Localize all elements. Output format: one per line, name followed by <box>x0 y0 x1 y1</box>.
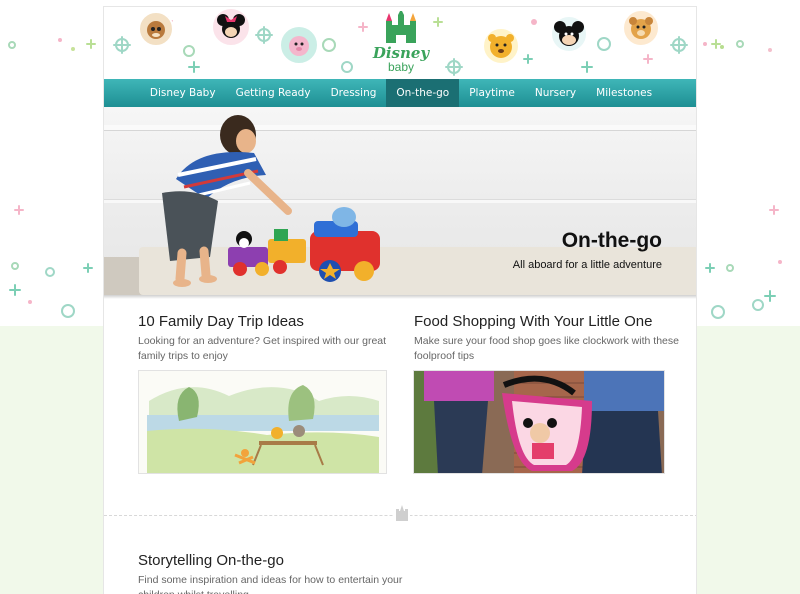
nav-getting-ready[interactable]: Getting Ready <box>226 79 321 107</box>
article-card[interactable]: Storytelling On-the-go Find some inspira… <box>138 552 418 594</box>
hero-title: On-the-go <box>561 229 662 252</box>
hero-banner: On-the-go All aboard for a little advent… <box>104 107 696 295</box>
article-description: Find some inspiration and ideas for how … <box>138 574 403 594</box>
article-card[interactable]: 10 Family Day Trip Ideas Looking for an … <box>138 313 398 364</box>
article-title[interactable]: Storytelling On-the-go <box>138 552 418 569</box>
simba-icon <box>622 9 660 47</box>
nav-on-the-go[interactable]: On-the-go <box>386 79 460 107</box>
pooh-icon <box>482 27 520 65</box>
nav-nursery[interactable]: Nursery <box>525 79 586 107</box>
article-description: Looking for an adventure? Get inspired w… <box>138 335 387 362</box>
article-title[interactable]: Food Shopping With Your Little One <box>414 313 684 330</box>
minnie-icon <box>211 7 251 47</box>
article-title[interactable]: 10 Family Day Trip Ideas <box>138 313 398 330</box>
article-image-day-trip[interactable] <box>138 370 387 474</box>
nav-disney-baby[interactable]: Disney Baby <box>140 79 226 107</box>
mickey-icon <box>550 15 588 53</box>
nav-milestones[interactable]: Milestones <box>586 79 662 107</box>
page-container: Disney baby Disney Baby Getting Ready Dr… <box>103 6 697 594</box>
article-description: Make sure your food shop goes like clock… <box>414 335 679 362</box>
site-header: Disney baby <box>104 7 696 79</box>
bambi-icon <box>138 11 174 47</box>
castle-icon <box>386 9 416 43</box>
hero-subtitle: All aboard for a little adventure <box>512 259 662 271</box>
nav-dressing[interactable]: Dressing <box>321 79 387 107</box>
piglet-icon <box>279 25 319 65</box>
brand-sub: baby <box>387 60 415 74</box>
article-image-food-shopping[interactable] <box>413 370 665 474</box>
article-card[interactable]: Food Shopping With Your Little One Make … <box>414 313 684 364</box>
main-nav: Disney Baby Getting Ready Dressing On-th… <box>104 79 696 107</box>
castle-icon <box>394 505 410 523</box>
disney-baby-logo[interactable]: Disney baby <box>366 9 436 75</box>
nav-playtime[interactable]: Playtime <box>459 79 525 107</box>
